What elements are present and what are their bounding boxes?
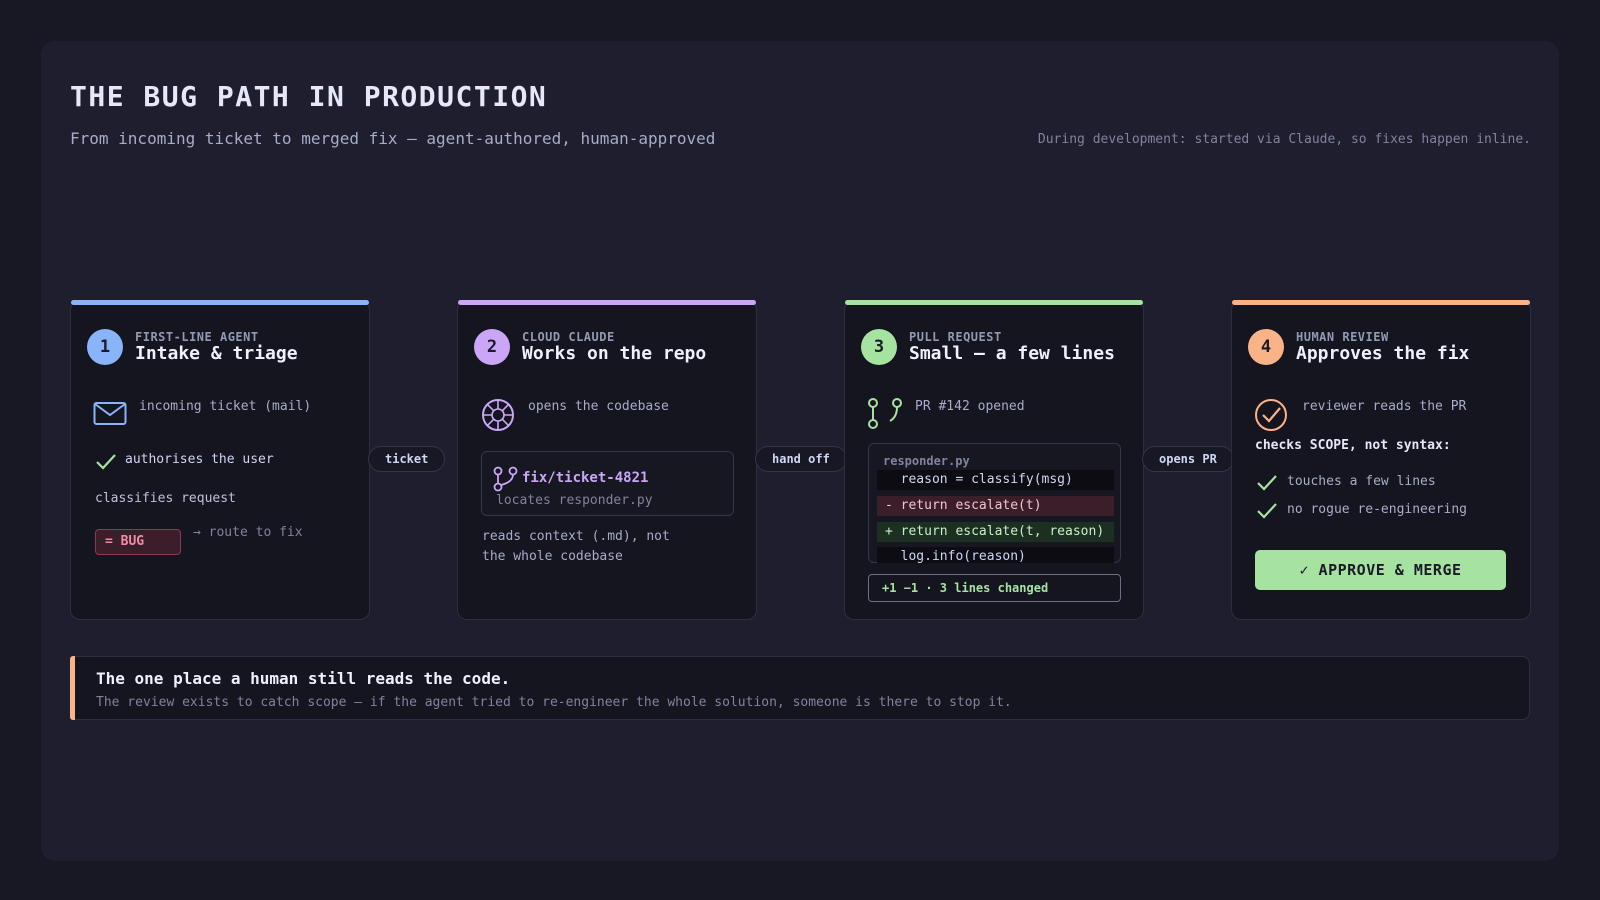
diff-filename: responder.py	[883, 454, 970, 468]
auth-text: authorises the user	[125, 452, 274, 467]
callout-title: The one place a human still reads the co…	[96, 669, 511, 688]
step-accent-bar	[458, 300, 756, 305]
diff-summary: +1 −1 · 3 lines changed	[868, 574, 1121, 602]
codebase-text: opens the codebase	[528, 399, 669, 414]
classify-text: classifies request	[95, 491, 236, 506]
diff-line-added: + return escalate(t, reason)	[877, 522, 1114, 542]
branch-name: fix/ticket-4821	[522, 470, 649, 486]
diff-line-context: reason = classify(msg)	[877, 470, 1114, 490]
context-text-line2: the whole codebase	[482, 549, 623, 564]
mail-text: incoming ticket (mail)	[139, 399, 312, 414]
bug-badge: = BUG	[95, 529, 181, 555]
development-note: During development: started via Claude, …	[1037, 132, 1531, 147]
step-heading: Works on the repo	[522, 343, 707, 364]
step-kicker: FIRST-LINE AGENT	[135, 330, 259, 344]
step-heading: Intake & triage	[135, 343, 298, 364]
callout-box: The one place a human still reads the co…	[70, 656, 1530, 720]
step-heading: Small — a few lines	[909, 343, 1115, 364]
connector-ticket: ticket	[368, 446, 446, 472]
callout-body: The review exists to catch scope — if th…	[96, 695, 1012, 710]
check-icon	[1257, 475, 1277, 491]
reads-pr-text: reviewer reads the PR	[1302, 399, 1467, 414]
approve-merge-button[interactable]: ✓ APPROVE & MERGE	[1255, 550, 1506, 590]
step-card-review: 4 HUMAN REVIEW Approves the fix reviewer…	[1231, 300, 1531, 620]
step-card-pull-request: 3 PULL REQUEST Small — a few lines PR #1…	[844, 300, 1144, 620]
codebase-wheel-icon	[482, 399, 514, 431]
diff-box: responder.py reason = classify(msg) - re…	[868, 443, 1121, 564]
pr-text: PR #142 opened	[915, 399, 1025, 414]
branch-box: fix/ticket-4821 locates responder.py	[481, 451, 734, 516]
diff-line-removed: - return escalate(t)	[877, 496, 1114, 516]
step-kicker: PULL REQUEST	[909, 330, 1002, 344]
step-accent-bar	[71, 300, 369, 305]
step-kicker: CLOUD CLAUDE	[522, 330, 615, 344]
step-accent-bar	[845, 300, 1143, 305]
step-number-badge: 1	[87, 329, 123, 365]
check-icon	[96, 454, 116, 470]
page-subtitle: From incoming ticket to merged fix — age…	[70, 129, 716, 148]
callout-accent-bar	[70, 656, 75, 720]
locates-text: locates responder.py	[496, 493, 653, 508]
step-number-badge: 2	[474, 329, 510, 365]
step-number-badge: 4	[1248, 329, 1284, 365]
step-card-repo: 2 CLOUD CLAUDE Works on the repo opens t…	[457, 300, 757, 620]
page-title: THE BUG PATH IN PRODUCTION	[70, 80, 548, 113]
checks-title: checks SCOPE, not syntax:	[1255, 438, 1451, 453]
step-number-badge: 3	[861, 329, 897, 365]
step-card-intake: 1 FIRST-LINE AGENT Intake & triage incom…	[70, 300, 370, 620]
check-text: touches a few lines	[1287, 474, 1436, 489]
route-text: → route to fix	[193, 525, 303, 540]
check-text: no rogue re-engineering	[1287, 502, 1468, 517]
step-heading: Approves the fix	[1296, 343, 1470, 364]
context-text-line1: reads context (.md), not	[482, 529, 670, 544]
mail-icon	[93, 402, 127, 425]
pull-request-icon	[868, 398, 902, 429]
connector-opens-pr: opens PR	[1142, 446, 1234, 472]
step-accent-bar	[1232, 300, 1530, 305]
check-circle-icon	[1255, 399, 1287, 431]
connector-hand-off: hand off	[755, 446, 847, 472]
check-icon	[1257, 503, 1277, 519]
diff-line-context: log.info(reason)	[877, 547, 1114, 564]
step-kicker: HUMAN REVIEW	[1296, 330, 1389, 344]
git-branch-icon	[493, 466, 518, 492]
